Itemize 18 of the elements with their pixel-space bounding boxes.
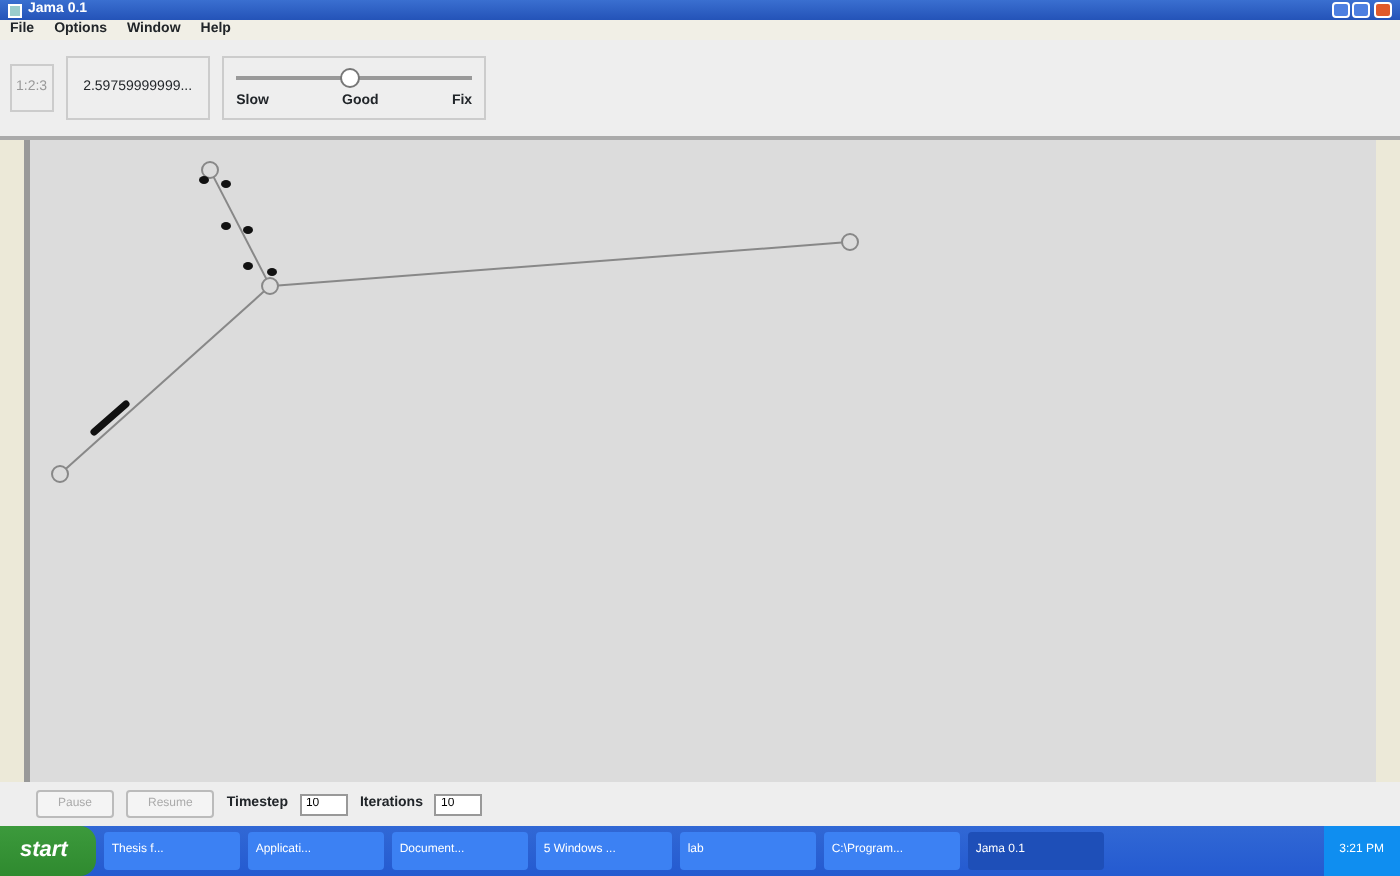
particle-cluster [90,400,130,436]
node-circle [201,161,219,179]
slider-thumb[interactable] [339,68,360,88]
particle [267,268,277,276]
minimize-button[interactable] [1331,2,1349,18]
close-button[interactable] [1374,2,1392,18]
particle [221,180,231,188]
particle [199,176,209,184]
particle [243,226,253,234]
maximize-button[interactable] [1352,2,1371,18]
particle [243,262,253,270]
node-circle [51,465,69,483]
node-circle [261,277,279,295]
particle [221,222,231,230]
app-icon [8,3,22,17]
edge-line [212,176,268,280]
node-circle [841,233,859,251]
start-button[interactable]: start [0,826,96,876]
